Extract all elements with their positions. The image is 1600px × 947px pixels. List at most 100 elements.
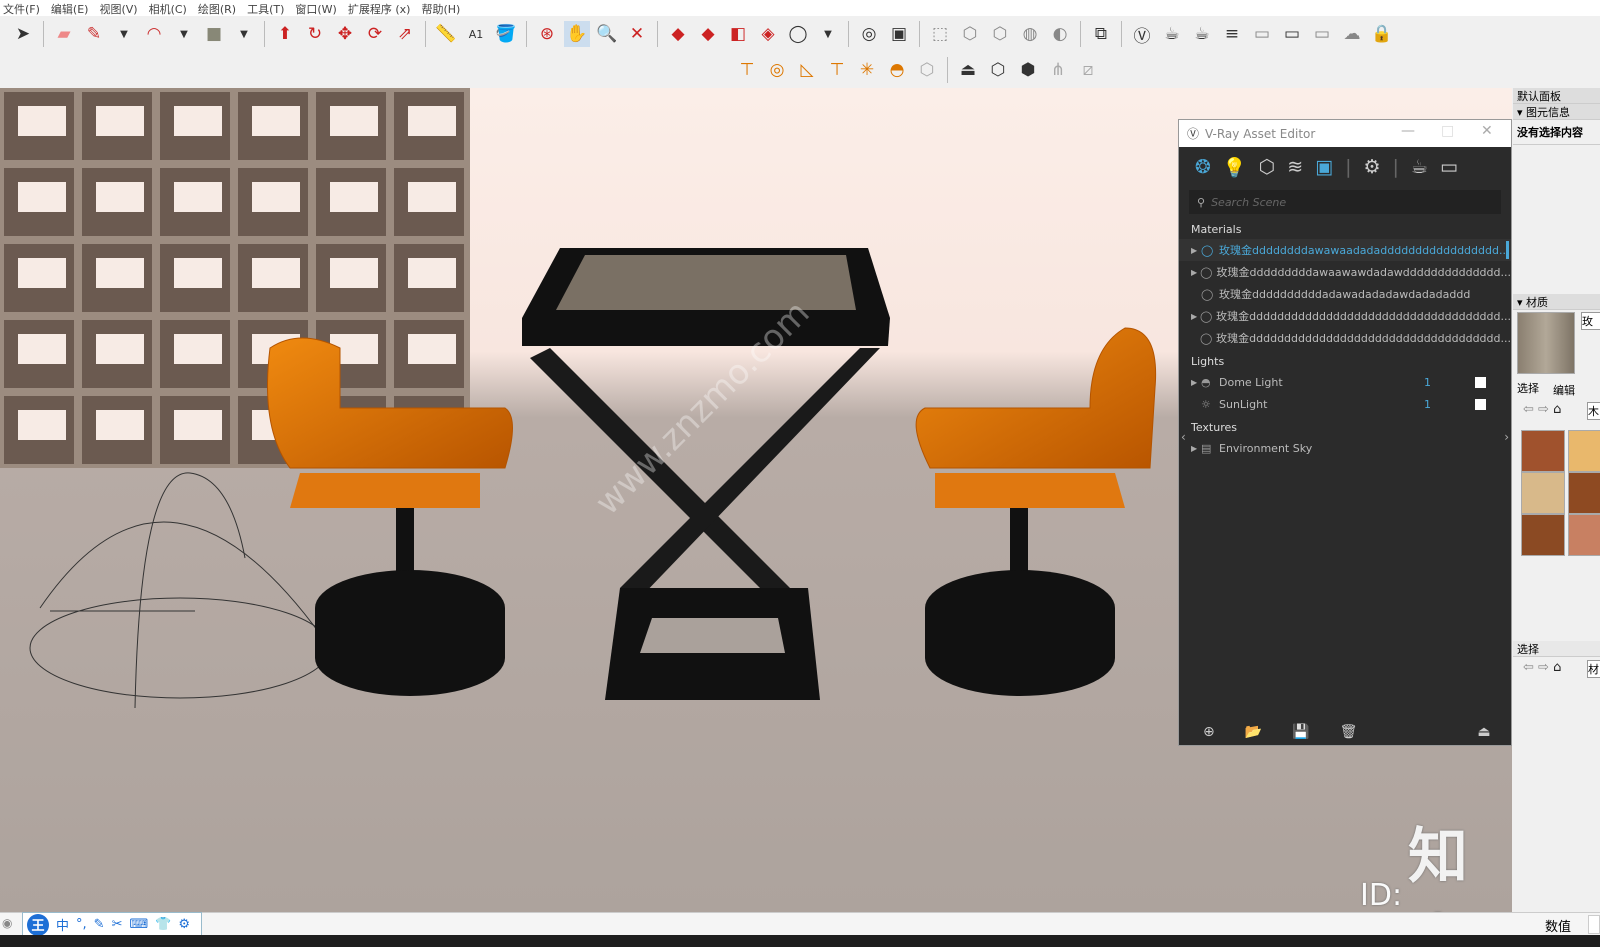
geo-location-icon[interactable]: ◉	[2, 916, 12, 930]
ime-logo[interactable]: 王	[27, 913, 49, 936]
dropdown-icon[interactable]: ▼	[815, 21, 841, 47]
menu-tools[interactable]: 工具(T)	[244, 0, 292, 16]
denoiser-icon[interactable]: ☁	[1339, 21, 1365, 47]
share-icon[interactable]: ◧	[725, 21, 751, 47]
pan-icon[interactable]: ✋	[564, 21, 590, 47]
ies-light-icon[interactable]: ⊤	[824, 57, 850, 83]
search-scene-input[interactable]: ⚲ Search Scene	[1189, 190, 1501, 214]
ruby-icon[interactable]: ◈	[755, 21, 781, 47]
interactive-teapot-icon[interactable]: ☕	[1189, 21, 1215, 47]
menu-draw[interactable]: 绘图(R)	[195, 0, 244, 16]
dropdown-icon[interactable]: ▼	[231, 21, 257, 47]
zoom-extents-icon[interactable]: ✕	[624, 21, 650, 47]
skin-icon[interactable]: 👕	[155, 917, 171, 932]
dropdown-icon[interactable]: ▼	[111, 21, 137, 47]
material-swatch[interactable]	[1568, 472, 1600, 514]
tab-select[interactable]: 选择	[1517, 380, 1539, 396]
library-select-lower[interactable]: 材	[1587, 660, 1600, 678]
material-name-field[interactable]: 玫瑰	[1581, 312, 1600, 330]
arc-icon[interactable]: ◠	[141, 21, 167, 47]
add-asset-icon[interactable]: ⊕	[1203, 724, 1215, 740]
render-elements-category-icon[interactable]: ≋	[1287, 156, 1303, 178]
settings-icon[interactable]: ⚙	[1363, 156, 1380, 178]
spot-light-icon[interactable]: ◺	[794, 57, 820, 83]
collapse-left-icon[interactable]: ‹	[1181, 430, 1186, 444]
home-icon[interactable]: ⌂	[1553, 660, 1561, 675]
proxy-export-icon[interactable]: ⬡	[985, 57, 1011, 83]
entity-info-header[interactable]: ▾ 图元信息	[1513, 104, 1600, 120]
backedges-icon[interactable]: ◐	[1047, 21, 1073, 47]
keyboard-icon[interactable]: ⌨	[129, 917, 148, 932]
punctuation-icon[interactable]: °,	[76, 917, 87, 932]
batch-render-icon[interactable]: ≡	[1219, 21, 1245, 47]
material-item[interactable]: ▶ ◯ 玫瑰金ddddddddddddddddddddddddddddddddddd…	[1179, 305, 1511, 327]
material-swatch[interactable]	[1568, 514, 1600, 556]
material-item[interactable]: ▶ ◯ 玫瑰金dddddddddawaawawdadawdddddddddddddd…	[1179, 261, 1511, 283]
tab-edit[interactable]: 编辑	[1553, 382, 1575, 398]
scale-icon[interactable]: ⇗	[392, 21, 418, 47]
settings-icon[interactable]: ⚙	[178, 917, 190, 932]
render-teapot-icon[interactable]: ☕	[1411, 156, 1428, 178]
materials-header[interactable]: ▾ 材质	[1513, 294, 1600, 310]
push-pull-icon[interactable]: ⬆	[272, 21, 298, 47]
frame-buffer-icon[interactable]: ▭	[1279, 21, 1305, 47]
scissors-icon[interactable]: ✂	[112, 917, 123, 932]
clipper-icon[interactable]: ⧄	[1075, 57, 1101, 83]
delete-icon[interactable]: 🗑	[1340, 724, 1358, 740]
warehouse-icon[interactable]: ◆	[665, 21, 691, 47]
materials-category-icon[interactable]: ❂	[1195, 156, 1211, 178]
lock-icon[interactable]: 🔒	[1369, 21, 1395, 47]
light-item-sun[interactable]: ☼ SunLight 1	[1179, 393, 1511, 415]
view-iso-icon[interactable]: ⬚	[927, 21, 953, 47]
back-icon[interactable]: ⇦	[1523, 402, 1534, 417]
light-enable-checkbox[interactable]	[1475, 398, 1486, 410]
close-button[interactable]: ✕	[1481, 123, 1493, 139]
orbit-icon[interactable]: ⊛	[534, 21, 560, 47]
follow-me-icon[interactable]: ↻	[302, 21, 328, 47]
select-tool-icon[interactable]: ➤	[10, 21, 36, 47]
interactive-render-icon[interactable]: ⧉	[1088, 21, 1114, 47]
material-item[interactable]: ◯ 玫瑰金ddddddddddadawadadadawdadadaddd	[1179, 283, 1511, 305]
rectangle-icon[interactable]: ■	[201, 21, 227, 47]
forward-icon[interactable]: ⇨	[1538, 402, 1549, 417]
zoom-icon[interactable]: 🔍	[594, 21, 620, 47]
home-icon[interactable]: ⌂	[1553, 402, 1561, 417]
rect-light-icon[interactable]: ⊤	[734, 57, 760, 83]
minimize-button[interactable]: —	[1401, 123, 1415, 139]
section-fill-icon[interactable]: ▣	[886, 21, 912, 47]
infinite-plane-icon[interactable]: ⏏	[955, 57, 981, 83]
menu-view[interactable]: 视图(V)	[96, 0, 145, 16]
dropdown-icon[interactable]: ▼	[171, 21, 197, 47]
maximize-button[interactable]: □	[1441, 123, 1454, 139]
eraser-icon[interactable]: ▰	[51, 21, 77, 47]
menu-help[interactable]: 帮助(H)	[418, 0, 468, 16]
forward-icon[interactable]: ⇨	[1538, 660, 1549, 675]
cloud-render-icon[interactable]: ▭	[1249, 21, 1275, 47]
material-swatch[interactable]	[1521, 430, 1565, 472]
material-item[interactable]: ◯ 玫瑰金dddddddddddddddddddddddddddddddddddd…	[1179, 327, 1511, 349]
dome-light-icon[interactable]: ◓	[884, 57, 910, 83]
account-icon[interactable]: ◯	[785, 21, 811, 47]
handwrite-icon[interactable]: ✎	[94, 917, 105, 932]
geometry-category-icon[interactable]: ⬡	[1259, 156, 1276, 178]
components-icon[interactable]: ◆	[695, 21, 721, 47]
menu-file[interactable]: 文件(F)	[0, 0, 48, 16]
fur-icon[interactable]: ⋔	[1045, 57, 1071, 83]
material-swatch[interactable]	[1521, 472, 1565, 514]
open-file-icon[interactable]: 📂	[1245, 724, 1262, 740]
light-item-dome[interactable]: ▶ ◓ Dome Light 1	[1179, 371, 1511, 393]
text-tool-icon[interactable]: A1	[463, 21, 489, 47]
menu-window[interactable]: 窗口(W)	[292, 0, 344, 16]
lightmix-icon[interactable]: ▭	[1309, 21, 1335, 47]
back-icon[interactable]: ⇦	[1523, 660, 1534, 675]
menu-extensions[interactable]: 扩展程序 (x)	[345, 0, 419, 16]
view-front-icon[interactable]: ⬡	[987, 21, 1013, 47]
menu-camera[interactable]: 相机(C)	[146, 0, 195, 16]
material-item[interactable]: ▶ ◯ 玫瑰金ddddddddawawaadadaddddddddddddddddd…	[1179, 239, 1511, 261]
light-enable-checkbox[interactable]	[1475, 376, 1486, 388]
section-icon[interactable]: ◎	[856, 21, 882, 47]
texture-item[interactable]: ▶ ▤ Environment Sky	[1179, 437, 1511, 459]
proxy-import-icon[interactable]: ⬢	[1015, 57, 1041, 83]
menu-edit[interactable]: 编辑(E)	[48, 0, 97, 16]
xray-icon[interactable]: ◍	[1017, 21, 1043, 47]
